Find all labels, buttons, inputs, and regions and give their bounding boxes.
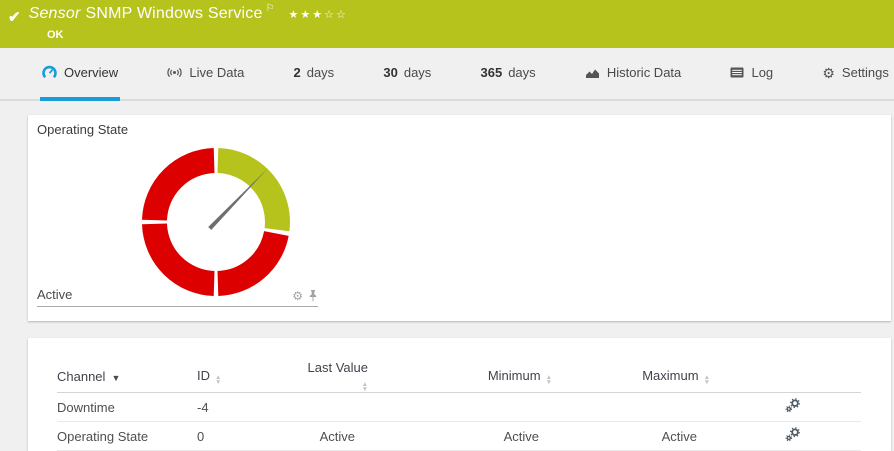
tab-bar: Overview Live Data 2days 30days 365days …	[0, 48, 894, 101]
tab-2-days[interactable]: 2 days	[291, 48, 336, 101]
tab-number: 365	[481, 65, 503, 80]
cell-minimum: Active	[368, 422, 552, 451]
status-check-icon: ✔	[8, 8, 21, 26]
area-chart-icon	[585, 67, 600, 79]
sort-icon: ▲▼	[362, 382, 368, 392]
tab-overview[interactable]: Overview	[40, 48, 120, 101]
col-header-actions	[710, 360, 861, 393]
broadcast-icon	[167, 65, 182, 80]
cell-channel: Operating State	[57, 422, 197, 451]
cell-id: 0	[197, 422, 302, 451]
col-header-id[interactable]: ID▲▼	[197, 360, 302, 393]
tab-label: Settings	[842, 65, 889, 80]
tab-365-days[interactable]: 365 days	[479, 48, 538, 101]
status-badge: OK	[47, 29, 64, 41]
col-header-minimum[interactable]: Minimum▲▼	[368, 360, 552, 393]
sensor-header: ✔ SensorSNMP Windows Service ⚐ ★★★☆☆ OK	[0, 0, 894, 48]
channel-settings-gear-icon[interactable]: ⚙	[292, 290, 303, 302]
flag-icon[interactable]: ⚐	[266, 3, 275, 14]
gauge-icon	[42, 65, 57, 80]
col-header-maximum[interactable]: Maximum▲▼	[552, 360, 710, 393]
tab-label: days	[404, 65, 431, 80]
tab-number: 30	[383, 65, 397, 80]
channel-settings-gears-icon[interactable]	[785, 427, 801, 445]
sensor-name: SNMP Windows Service	[85, 5, 262, 22]
cell-channel: Downtime	[57, 393, 197, 422]
operating-state-gauge	[28, 115, 388, 315]
tab-label: days	[508, 65, 535, 80]
sort-icon: ▲▼	[704, 375, 710, 385]
priority-stars[interactable]: ★★★☆☆	[289, 8, 348, 21]
tab-live-data[interactable]: Live Data	[165, 48, 246, 101]
sensor-type-label: Sensor	[29, 5, 81, 22]
sort-icon: ▲▼	[215, 375, 221, 385]
cell-last-value: Active	[302, 422, 368, 451]
tab-historic-data[interactable]: Historic Data	[583, 48, 683, 101]
tab-number: 2	[293, 65, 300, 80]
gauge-footer-row: Active ⚙	[37, 287, 318, 307]
col-header-channel[interactable]: Channel▼	[57, 360, 197, 393]
gear-icon: ⚙	[822, 66, 835, 80]
tab-30-days[interactable]: 30 days	[381, 48, 433, 101]
tab-label: Historic Data	[607, 65, 681, 80]
cell-minimum	[368, 393, 552, 422]
channel-table-panel: Channel▼ ID▲▼ Last Value▲▼ Minimum▲▼ Max…	[28, 338, 891, 451]
gauge-panel: Operating State Active ⚙	[28, 115, 891, 321]
cell-id: -4	[197, 393, 302, 422]
tab-settings[interactable]: ⚙ Settings	[820, 48, 891, 101]
table-row: Operating State 0 Active Active Active	[57, 422, 861, 451]
tab-label: Live Data	[189, 65, 244, 80]
gauge-current-value: Active	[37, 287, 72, 302]
tab-label: Log	[751, 65, 773, 80]
cell-maximum	[552, 393, 710, 422]
sort-icon: ▲▼	[546, 375, 552, 385]
gauge-footer-icons: ⚙	[292, 289, 318, 302]
cell-maximum: Active	[552, 422, 710, 451]
sort-desc-icon: ▼	[111, 373, 120, 383]
cell-last-value	[302, 393, 368, 422]
channel-settings-gears-icon[interactable]	[785, 398, 801, 416]
col-header-last-value[interactable]: Last Value▲▼	[302, 360, 368, 393]
sensor-title-row: ✔ SensorSNMP Windows Service ⚐ ★★★☆☆	[8, 5, 348, 26]
table-row: Downtime -4	[57, 393, 861, 422]
tab-log[interactable]: Log	[728, 48, 775, 101]
log-icon	[730, 67, 744, 78]
table-header-row: Channel▼ ID▲▼ Last Value▲▼ Minimum▲▼ Max…	[57, 360, 861, 393]
page-title: SensorSNMP Windows Service	[29, 5, 263, 23]
pin-icon[interactable]	[308, 289, 318, 302]
tab-label: Overview	[64, 65, 118, 80]
channel-table: Channel▼ ID▲▼ Last Value▲▼ Minimum▲▼ Max…	[57, 360, 861, 451]
tab-label: days	[307, 65, 334, 80]
